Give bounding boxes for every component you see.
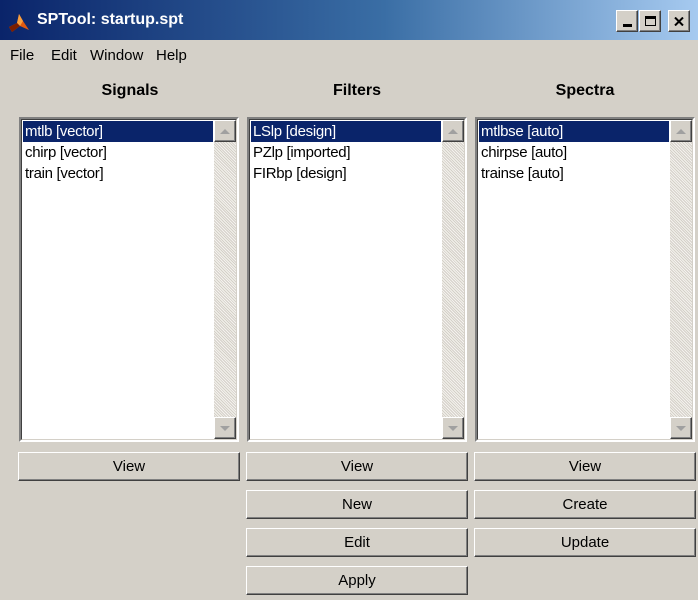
spectra-title: Spectra bbox=[555, 82, 615, 99]
window-title: SPTool: startup.spt bbox=[37, 11, 184, 28]
spectra-list-item[interactable]: chirpse [auto] bbox=[479, 142, 669, 163]
filters-scrollbar[interactable] bbox=[442, 120, 464, 439]
arrow-down-icon bbox=[448, 425, 458, 431]
signals-list-item[interactable]: train [vector] bbox=[23, 163, 213, 184]
spectra-list-item[interactable]: mtlbse [auto] bbox=[479, 121, 669, 142]
spectra-listbox[interactable]: mtlbse [auto] chirpse [auto] trainse [au… bbox=[475, 117, 695, 442]
arrow-up-icon bbox=[676, 128, 686, 134]
scroll-up-button[interactable] bbox=[670, 120, 692, 142]
scroll-up-button[interactable] bbox=[214, 120, 236, 142]
spectra-list-item[interactable]: trainse [auto] bbox=[479, 163, 669, 184]
spectra-update-button[interactable]: Update bbox=[474, 528, 696, 557]
arrow-up-icon bbox=[220, 128, 230, 134]
signals-scrollbar[interactable] bbox=[214, 120, 236, 439]
filters-title: Filters bbox=[332, 82, 381, 99]
minimize-button[interactable] bbox=[616, 10, 638, 32]
filters-list: LSlp [design] PZlp [imported] FIRbp [des… bbox=[251, 121, 441, 438]
filters-edit-button[interactable]: Edit bbox=[246, 528, 468, 557]
arrow-down-icon bbox=[220, 425, 230, 431]
filters-list-item[interactable]: PZlp [imported] bbox=[251, 142, 441, 163]
signals-view-button[interactable]: View bbox=[18, 452, 240, 481]
arrow-down-icon bbox=[676, 425, 686, 431]
spectra-create-button[interactable]: Create bbox=[474, 490, 696, 519]
scroll-down-button[interactable] bbox=[670, 417, 692, 439]
matlab-membrane-icon bbox=[9, 14, 29, 32]
scroll-up-button[interactable] bbox=[442, 120, 464, 142]
filters-new-button[interactable]: New bbox=[246, 490, 468, 519]
filters-apply-button[interactable]: Apply bbox=[246, 566, 468, 595]
maximize-button[interactable] bbox=[639, 10, 661, 32]
spectra-scrollbar[interactable] bbox=[670, 120, 692, 439]
scroll-down-button[interactable] bbox=[442, 417, 464, 439]
maximize-icon bbox=[644, 16, 656, 26]
filters-list-item[interactable]: LSlp [design] bbox=[251, 121, 441, 142]
signals-list: mtlb [vector] chirp [vector] train [vect… bbox=[23, 121, 213, 438]
menu-edit[interactable]: Edit bbox=[51, 47, 77, 64]
menu-bar: File Edit Window Help bbox=[0, 40, 698, 70]
filters-list-item[interactable]: FIRbp [design] bbox=[251, 163, 441, 184]
close-icon bbox=[674, 16, 684, 26]
menu-window[interactable]: Window bbox=[90, 47, 143, 64]
arrow-up-icon bbox=[448, 128, 458, 134]
signals-listbox[interactable]: mtlb [vector] chirp [vector] train [vect… bbox=[19, 117, 239, 442]
filters-view-button[interactable]: View bbox=[246, 452, 468, 481]
filters-listbox[interactable]: LSlp [design] PZlp [imported] FIRbp [des… bbox=[247, 117, 467, 442]
signals-list-item[interactable]: mtlb [vector] bbox=[23, 121, 213, 142]
sptool-window: SPTool: startup.spt File Edit Window Hel… bbox=[0, 0, 698, 600]
spectra-view-button[interactable]: View bbox=[474, 452, 696, 481]
close-button[interactable] bbox=[668, 10, 690, 32]
signals-list-item[interactable]: chirp [vector] bbox=[23, 142, 213, 163]
menu-file[interactable]: File bbox=[10, 47, 34, 64]
title-bar[interactable]: SPTool: startup.spt bbox=[0, 0, 698, 40]
signals-title: Signals bbox=[101, 82, 159, 99]
spectra-list: mtlbse [auto] chirpse [auto] trainse [au… bbox=[479, 121, 669, 438]
minimize-icon bbox=[622, 24, 632, 27]
scroll-down-button[interactable] bbox=[214, 417, 236, 439]
menu-help[interactable]: Help bbox=[156, 47, 187, 64]
